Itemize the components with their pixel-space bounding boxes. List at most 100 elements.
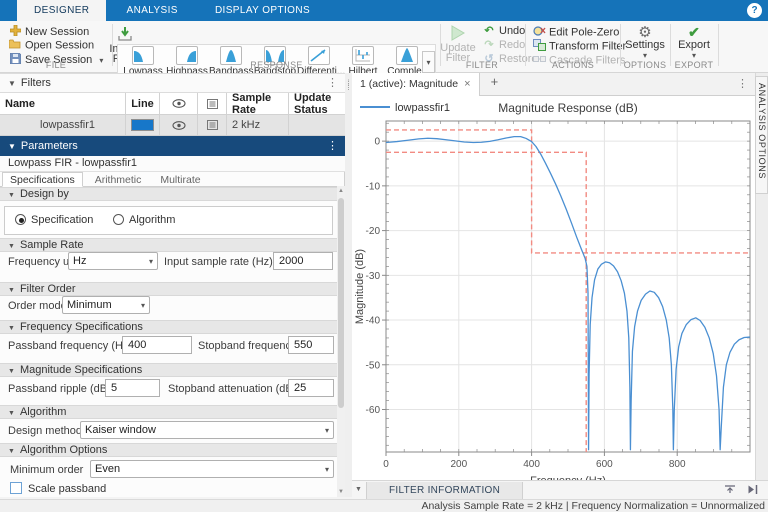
- tab-analysis[interactable]: ANALYSIS: [110, 0, 195, 21]
- update-filter-button[interactable]: Update Filter: [438, 25, 478, 64]
- svg-text:-20: -20: [366, 226, 381, 237]
- filter-information-bar: ▼ FILTER INFORMATION: [352, 480, 768, 500]
- passband-ripple-field[interactable]: [105, 379, 160, 397]
- tab-arithmetic[interactable]: Arithmetic: [88, 173, 149, 188]
- filters-menu-icon[interactable]: ⋮: [327, 74, 338, 93]
- stopband-attenuation-field[interactable]: [288, 379, 334, 397]
- svg-text:0: 0: [374, 137, 380, 148]
- collapse-right-icon[interactable]: [747, 484, 758, 498]
- help-icon[interactable]: ?: [747, 3, 762, 18]
- stopband-frequency-field[interactable]: [288, 336, 334, 354]
- collapse-triangle-icon[interactable]: ▼: [8, 142, 16, 151]
- filter-information-tab[interactable]: FILTER INFORMATION: [366, 482, 524, 500]
- col-visibility eye-icon[interactable]: [160, 93, 198, 115]
- expand-panel-icon[interactable]: [724, 484, 736, 498]
- filters-table-header: Name Line Sample Rate Update Status: [0, 92, 345, 116]
- settings-button[interactable]: ⚙ Settings ▾: [622, 25, 668, 61]
- parameters-panel-header[interactable]: ▼ Parameters ⋮: [0, 136, 345, 156]
- redo-button[interactable]: ↷ Redo: [482, 39, 525, 52]
- doc-tab-magnitude[interactable]: 1 (active): Magnitude ×: [352, 73, 480, 96]
- sample-rate-section-header[interactable]: ▼ Sample Rate: [0, 238, 338, 252]
- parameters-scrollbar[interactable]: ▲ ▼: [337, 186, 345, 497]
- svg-text:400: 400: [523, 459, 540, 470]
- add-tab-button[interactable]: +: [491, 74, 499, 89]
- design-method-select[interactable]: Kaiser window ▾: [80, 421, 334, 439]
- ribbon: New Session Open Session Save Session ▾ …: [0, 21, 768, 87]
- tab-multirate[interactable]: Multirate: [153, 173, 207, 188]
- magnitude-response-chart[interactable]: 0 200 400 600 800 0 -10 -20 -30 -40 -50 -60 Magnitud…: [352, 96, 755, 497]
- col-legend legend-icon[interactable]: [198, 93, 227, 115]
- design-by-section-header[interactable]: ▼ Design by: [0, 187, 338, 201]
- export-button[interactable]: ✔ Export ▾: [672, 25, 716, 61]
- status-bar: Analysis Sample Rate = 2 kHz | Frequency…: [0, 499, 768, 512]
- svg-text:-50: -50: [366, 360, 381, 371]
- col-update-status[interactable]: Update Status: [289, 92, 345, 116]
- app-tab-bar: DESIGNER ANALYSIS DISPLAY OPTIONS ?: [0, 0, 768, 21]
- lower-spec-mask: [386, 151, 587, 452]
- design-method-label: Design method: [8, 425, 82, 437]
- passband-ripple-label: Passband ripple (dB): [8, 383, 111, 395]
- response-section-label: RESPONSE: [250, 60, 303, 70]
- input-sample-rate-field[interactable]: [273, 252, 333, 270]
- chevron-down-icon: ▾: [324, 426, 329, 435]
- magnitude-specs-section-header[interactable]: ▼ Magnitude Specifications: [0, 363, 338, 377]
- algorithm-section-header[interactable]: ▼ Algorithm: [0, 405, 338, 419]
- filter-table-row[interactable]: lowpassfir1 2 kHz: [0, 115, 345, 136]
- scale-passband-checkbox[interactable]: Scale passband: [10, 482, 106, 495]
- algorithm-options-section-header[interactable]: ▼ Algorithm Options: [0, 443, 338, 457]
- radio-algorithm[interactable]: Algorithm: [113, 214, 175, 226]
- line-color-cell[interactable]: [126, 115, 160, 136]
- tab-display-options[interactable]: DISPLAY OPTIONS: [198, 0, 327, 21]
- frequency-units-select[interactable]: Hz ▾: [68, 252, 158, 270]
- passband-frequency-label: Passband frequency (Hz): [8, 340, 133, 352]
- svg-text:-40: -40: [366, 316, 381, 327]
- y-axis-label: Magnitude (dB): [354, 249, 366, 324]
- document-tab-bar: 1 (active): Magnitude × + ⋮: [352, 73, 755, 96]
- redo-icon: ↷: [484, 39, 494, 51]
- undo-button[interactable]: ↶ Undo: [482, 25, 525, 38]
- upper-spec-mask: [386, 129, 750, 254]
- settings-dropdown[interactable]: ▾: [643, 51, 647, 60]
- line-color-swatch[interactable]: [131, 119, 154, 131]
- col-sample-rate[interactable]: Sample Rate: [227, 92, 289, 116]
- frequency-specs-section-header[interactable]: ▼ Frequency Specifications: [0, 320, 338, 334]
- parameters-subtitle: Lowpass FIR - lowpassfir1: [0, 156, 345, 172]
- transform-filter-button[interactable]: Transform Filter: [532, 39, 626, 53]
- edit-pole-zero-button[interactable]: Edit Pole-Zero: [532, 25, 619, 39]
- filters-panel-header[interactable]: ▼ Filters ⋮: [0, 73, 345, 93]
- folder-icon: [8, 39, 22, 53]
- panel-splitter[interactable]: ⁞ ⁞: [345, 73, 352, 497]
- doc-tab-menu-icon[interactable]: ⋮: [737, 73, 748, 96]
- svg-text:800: 800: [669, 459, 686, 470]
- parameters-menu-icon[interactable]: ⋮: [327, 137, 338, 156]
- checkbox-icon[interactable]: [10, 482, 22, 494]
- tab-specifications[interactable]: Specifications: [2, 172, 83, 187]
- svg-text:200: 200: [450, 459, 467, 470]
- new-session-icon: [8, 24, 22, 40]
- minimum-order-label: Minimum order: [10, 464, 84, 476]
- analysis-options-tab[interactable]: ANALYSIS OPTIONS: [755, 76, 768, 194]
- tab-designer[interactable]: DESIGNER: [17, 0, 107, 21]
- col-name[interactable]: Name: [0, 93, 126, 115]
- collapse-triangle-icon[interactable]: ▼: [355, 486, 362, 493]
- svg-text:600: 600: [596, 459, 613, 470]
- passband-frequency-field[interactable]: [122, 336, 192, 354]
- export-dropdown[interactable]: ▾: [692, 51, 696, 60]
- filter-order-section-header[interactable]: ▼ Filter Order: [0, 282, 338, 296]
- legend-cell legend-icon[interactable]: [198, 115, 227, 136]
- radio-specification[interactable]: Specification: [15, 214, 93, 226]
- visibility-cell eye-icon[interactable]: [160, 115, 198, 136]
- collapse-triangle-icon[interactable]: ▼: [8, 79, 16, 88]
- filter-name[interactable]: lowpassfir1: [0, 115, 126, 136]
- chevron-down-icon: ▾: [140, 301, 145, 310]
- options-section-label: OPTIONS: [623, 60, 667, 70]
- scrollbar-thumb[interactable]: [338, 198, 344, 408]
- order-mode-select[interactable]: Minimum ▾: [62, 296, 150, 314]
- order-mode-label: Order mode: [8, 300, 67, 312]
- svg-text:-10: -10: [366, 181, 381, 192]
- status-text: Analysis Sample Rate = 2 kHz | Frequency…: [421, 500, 765, 512]
- update-status-value: [289, 115, 345, 136]
- col-line[interactable]: Line: [126, 93, 160, 115]
- close-icon[interactable]: ×: [464, 78, 470, 90]
- minimum-order-select[interactable]: Even ▾: [90, 460, 334, 478]
